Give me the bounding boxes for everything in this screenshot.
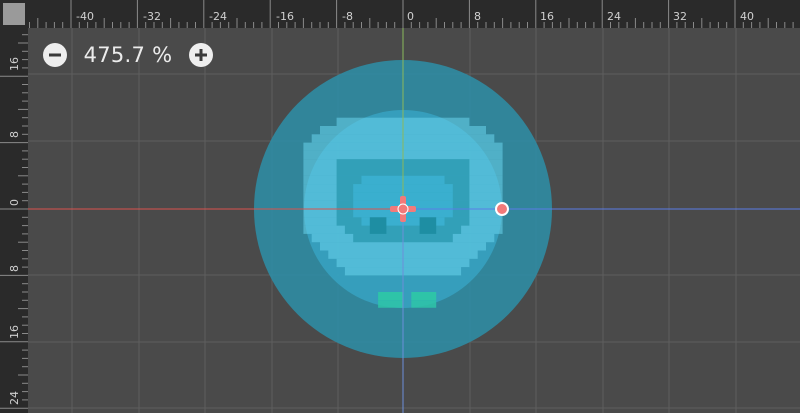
left-ruler-label: 8 bbox=[8, 265, 21, 272]
top-ruler-label: -16 bbox=[276, 10, 294, 23]
ruler-corner-box[interactable] bbox=[3, 3, 25, 25]
top-ruler-label: -24 bbox=[209, 10, 227, 23]
top-ruler-label: 16 bbox=[540, 10, 554, 23]
zoom-in-button[interactable] bbox=[188, 42, 214, 68]
top-ruler-label: 0 bbox=[407, 10, 414, 23]
top-ruler-label: 40 bbox=[740, 10, 754, 23]
left-ruler-label: 24 bbox=[8, 391, 21, 405]
zoom-controls: 475.7 % bbox=[42, 40, 214, 70]
left-ruler-label: 16 bbox=[8, 57, 21, 71]
sprite-eye bbox=[369, 217, 387, 234]
minus-icon bbox=[43, 43, 67, 67]
zoom-out-button[interactable] bbox=[42, 42, 68, 68]
left-ruler-label: 0 bbox=[8, 199, 21, 206]
top-ruler-label: 8 bbox=[474, 10, 481, 23]
zoom-level-text: 475.7 % bbox=[83, 43, 173, 67]
circle-handle-icon[interactable] bbox=[495, 202, 509, 216]
top-ruler-label: -32 bbox=[143, 10, 161, 23]
left-ruler-label: 8 bbox=[8, 131, 21, 138]
sprite-foot bbox=[378, 292, 403, 301]
plus-icon bbox=[189, 43, 213, 67]
top-ruler-label: -40 bbox=[76, 10, 94, 23]
top-ruler-label: 32 bbox=[673, 10, 687, 23]
sprite-foot bbox=[411, 292, 437, 301]
top-ruler-label: 24 bbox=[607, 10, 621, 23]
sprite-foot bbox=[411, 300, 437, 308]
top-ruler-label: -8 bbox=[342, 10, 353, 23]
sprite-eye bbox=[419, 217, 437, 234]
sprite-foot bbox=[378, 300, 403, 308]
left-ruler-label: 16 bbox=[8, 325, 21, 339]
